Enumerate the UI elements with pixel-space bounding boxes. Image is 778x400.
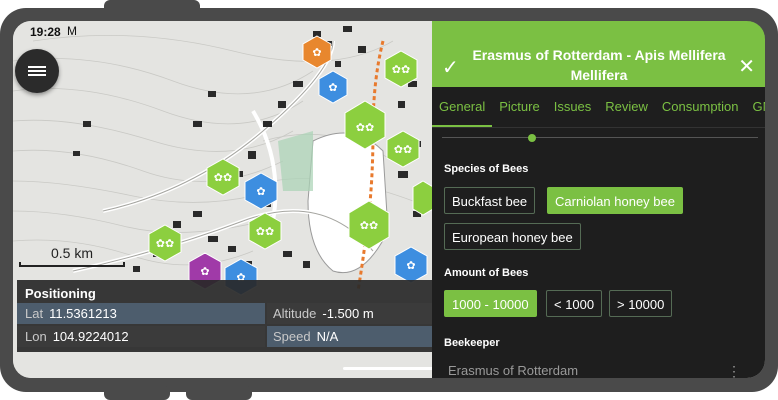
positioning-panel: Positioning Lat 11.5361213 Altitude -1.500… bbox=[17, 280, 433, 352]
tab-review[interactable]: Review bbox=[598, 87, 655, 127]
device-top-button bbox=[104, 0, 200, 14]
speed-value: N/A bbox=[316, 329, 339, 344]
longitude-value: 104.9224012 bbox=[52, 329, 129, 344]
tab-consumption[interactable]: Consumption bbox=[655, 87, 746, 127]
partial-slider[interactable] bbox=[442, 131, 758, 143]
speed-label: Speed bbox=[273, 329, 311, 344]
menu-button[interactable] bbox=[15, 49, 59, 93]
scale-bar bbox=[19, 262, 125, 267]
gesture-nav-bar[interactable] bbox=[343, 367, 437, 370]
positioning-title: Positioning bbox=[25, 286, 96, 301]
svg-text:✿✿: ✿✿ bbox=[394, 143, 412, 156]
longitude-cell: Lon 104.9224012 bbox=[17, 326, 265, 347]
longitude-label: Lon bbox=[25, 329, 47, 344]
mail-icon: M bbox=[67, 24, 77, 38]
altitude-label: Altitude bbox=[273, 306, 317, 321]
tabs-divider bbox=[432, 127, 765, 128]
altitude-cell: Altitude -1.500 m bbox=[267, 303, 433, 324]
form-title: Erasmus of Rotterdam - Apis Mellifera Me… bbox=[472, 47, 726, 83]
status-time: 19:28 bbox=[30, 25, 61, 39]
latitude-value: 11.5361213 bbox=[49, 306, 117, 321]
svg-text:✿✿: ✿✿ bbox=[392, 63, 410, 76]
device-volume-button bbox=[186, 386, 252, 400]
slider-track bbox=[442, 137, 758, 138]
confirm-check-icon[interactable]: ✓ bbox=[442, 55, 459, 80]
svg-text:✿✿: ✿✿ bbox=[156, 237, 174, 250]
svg-text:✿✿: ✿✿ bbox=[360, 219, 378, 232]
svg-text:✿✿: ✿✿ bbox=[356, 121, 374, 134]
feature-form-panel: ✓ Erasmus of Rotterdam - Apis Mellifera … bbox=[432, 21, 765, 378]
svg-text:✿✿: ✿✿ bbox=[214, 171, 232, 184]
svg-text:✿: ✿ bbox=[406, 259, 415, 272]
slider-knob[interactable] bbox=[528, 134, 536, 142]
tab-gnss[interactable]: GNSS bbox=[746, 87, 765, 127]
amount-chip-gt-10000[interactable]: > 10000 bbox=[609, 290, 673, 317]
svg-text:✿: ✿ bbox=[328, 81, 337, 94]
screen: ✿✿✿✿ ✿✿✿✿✿✿ ✿✿✿✿✿ ✿✿✿✿ ✿ 19:28 M ⌖▾◢▮ 0.… bbox=[13, 21, 765, 378]
svg-text:✿: ✿ bbox=[256, 185, 265, 198]
svg-text:✿✿: ✿✿ bbox=[256, 225, 274, 238]
beekeeper-label: Beekeeper bbox=[444, 337, 500, 349]
svg-text:✿: ✿ bbox=[312, 46, 321, 59]
species-chip-carniolan[interactable]: Carniolan honey bee bbox=[547, 187, 683, 214]
species-label: Species of Bees bbox=[444, 163, 529, 175]
latitude-cell: Lat 11.5361213 bbox=[17, 303, 265, 324]
altitude-value: -1.500 m bbox=[322, 306, 374, 321]
close-icon[interactable]: ✕ bbox=[738, 54, 755, 79]
amount-label: Amount of Bees bbox=[444, 267, 529, 279]
beekeeper-field[interactable]: Erasmus of Rotterdam bbox=[448, 363, 578, 378]
amount-chip-1000-10000[interactable]: 1000 - 10000 bbox=[444, 290, 537, 317]
device-volume-button bbox=[104, 386, 170, 400]
tab-issues[interactable]: Issues bbox=[547, 87, 599, 127]
more-vert-icon[interactable]: ⋮ bbox=[727, 363, 741, 378]
svg-text:✿: ✿ bbox=[200, 265, 209, 278]
map-scale: 0.5 km bbox=[19, 245, 127, 267]
tab-picture[interactable]: Picture bbox=[492, 87, 546, 127]
speed-cell: Speed N/A bbox=[267, 326, 433, 347]
form-tabs: GeneralPictureIssuesReviewConsumptionGNS… bbox=[432, 87, 765, 127]
latitude-label: Lat bbox=[25, 306, 44, 321]
tab-general[interactable]: General bbox=[432, 87, 493, 127]
form-header: ✓ Erasmus of Rotterdam - Apis Mellifera … bbox=[432, 21, 765, 87]
amount-chip-lt-1000[interactable]: < 1000 bbox=[546, 290, 603, 317]
hamburger-icon bbox=[28, 64, 46, 78]
species-chip-european[interactable]: European honey bee bbox=[444, 223, 581, 250]
scale-label: 0.5 km bbox=[51, 245, 94, 261]
species-chip-buckfast[interactable]: Buckfast bee bbox=[444, 187, 536, 214]
